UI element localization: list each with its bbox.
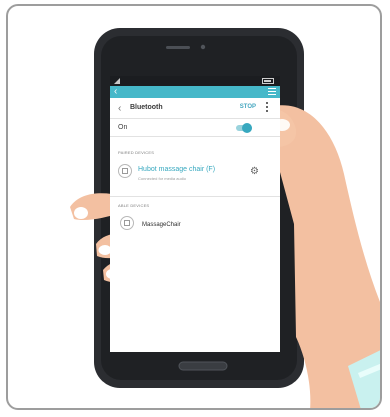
finger-1-nail xyxy=(74,207,88,219)
toggle-thumb[interactable] xyxy=(242,123,252,133)
available-device-name: MassageChair xyxy=(142,222,181,228)
overflow-icon[interactable] xyxy=(266,102,268,114)
home-button[interactable] xyxy=(178,361,228,371)
status-bar xyxy=(110,76,280,86)
device-icon xyxy=(118,164,132,178)
back-icon[interactable]: ‹ xyxy=(114,86,122,98)
gear-icon[interactable]: ⚙ xyxy=(250,167,260,177)
device-icon xyxy=(120,216,134,230)
app-bar: ‹ xyxy=(110,86,280,98)
speaker-grille xyxy=(166,46,190,49)
bluetooth-toggle-row[interactable]: On xyxy=(110,120,280,136)
battery-icon xyxy=(262,78,274,84)
phone-screen: ‹ ‹ Bluetooth STOP On PAIRED DEVICES Hub… xyxy=(110,76,280,352)
back-icon[interactable]: ‹ xyxy=(118,103,121,115)
divider xyxy=(110,118,280,119)
front-camera xyxy=(200,44,206,50)
menu-icon[interactable] xyxy=(268,88,276,96)
available-devices-header: ABLE DEVICES xyxy=(118,203,150,208)
divider xyxy=(110,136,280,137)
signal-icon xyxy=(114,78,120,84)
paired-devices-header: PAIRED DEVICES xyxy=(118,150,155,155)
paired-device-name: Hubot massage chair (F) xyxy=(138,166,216,173)
bluetooth-toolbar: ‹ Bluetooth STOP xyxy=(110,100,280,118)
paired-device-status: Connected for media audio xyxy=(138,176,187,181)
divider xyxy=(110,196,280,197)
page-title: Bluetooth xyxy=(130,104,163,111)
stop-button[interactable]: STOP xyxy=(240,104,256,110)
toggle-label: On xyxy=(118,124,128,131)
